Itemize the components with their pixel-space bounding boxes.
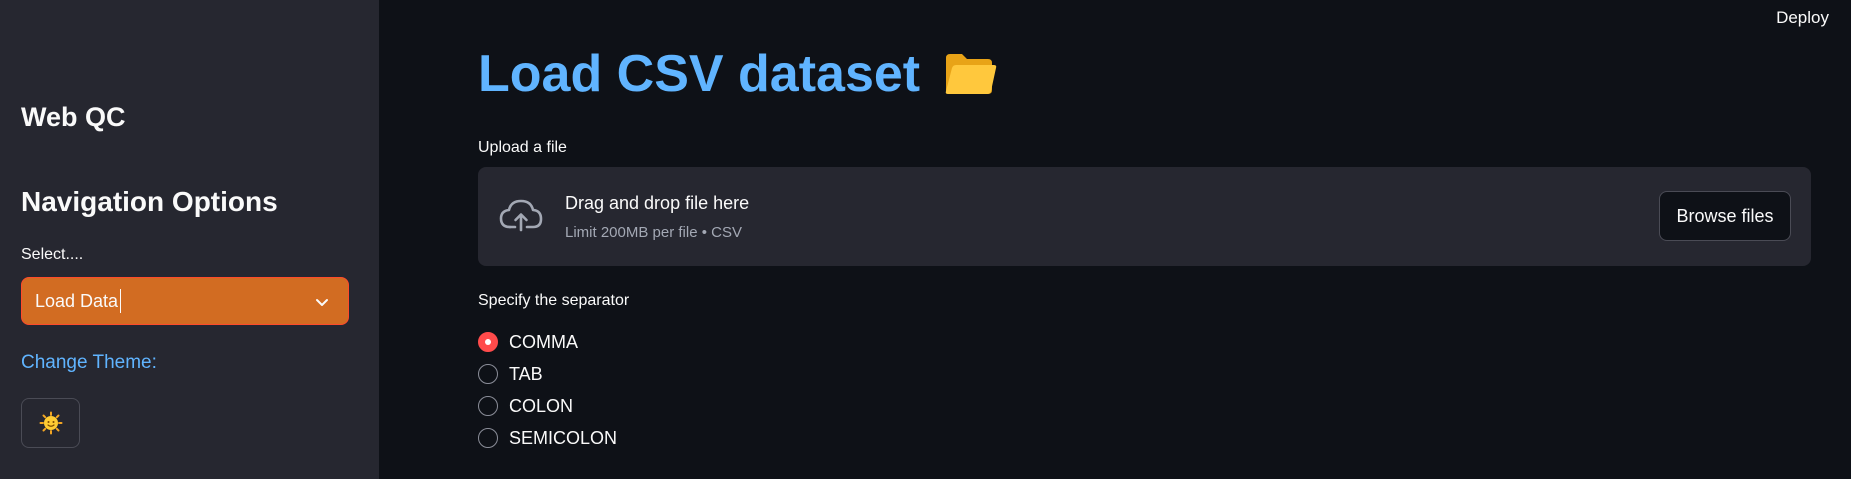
app-title: Web QC	[21, 102, 126, 132]
radio-button[interactable]	[478, 396, 498, 416]
radio-label: TAB	[509, 363, 543, 384]
radio-option-semicolon[interactable]: SEMICOLON	[478, 422, 617, 454]
select-label: Select....	[21, 246, 84, 263]
upload-label: Upload a file	[478, 139, 567, 156]
radio-button-checked[interactable]	[478, 332, 498, 352]
sun-face-icon	[39, 411, 62, 435]
text-caret	[120, 289, 122, 313]
navigation-select[interactable]: Load Data	[21, 277, 349, 325]
deploy-button[interactable]: Deploy	[1776, 8, 1829, 28]
separator-label: Specify the separator	[478, 292, 630, 309]
radio-option-colon[interactable]: COLON	[478, 390, 617, 422]
page-title-text: Load CSV dataset	[478, 45, 921, 103]
cloud-upload-icon	[499, 199, 543, 232]
folder-icon	[945, 54, 997, 94]
radio-button[interactable]	[478, 428, 498, 448]
sidebar: Web QC Navigation Options Select.... Loa…	[0, 0, 379, 479]
radio-button[interactable]	[478, 364, 498, 384]
nav-heading: Navigation Options	[21, 186, 278, 217]
radio-label: SEMICOLON	[509, 427, 618, 448]
chevron-down-icon	[316, 299, 328, 306]
file-dropzone[interactable]: Drag and drop file here Limit 200MB per …	[478, 167, 1811, 266]
radio-label: COLON	[509, 395, 574, 416]
change-theme-label: Change Theme:	[21, 352, 157, 373]
select-value: Load Data	[35, 290, 119, 311]
browse-files-button[interactable]: Browse files	[1659, 191, 1791, 241]
radio-option-tab[interactable]: TAB	[478, 358, 617, 390]
radio-label: COMMA	[509, 331, 578, 352]
theme-toggle-button[interactable]	[21, 398, 80, 448]
page-title: Load CSV dataset	[478, 48, 998, 100]
upload-limit-text: Limit 200MB per file • CSV	[565, 224, 742, 241]
radio-option-comma[interactable]: COMMA	[478, 326, 617, 358]
separator-radio-group: COMMA TAB COLON SEMICOLON	[478, 326, 617, 454]
drop-instructions: Drag and drop file here	[565, 193, 750, 213]
